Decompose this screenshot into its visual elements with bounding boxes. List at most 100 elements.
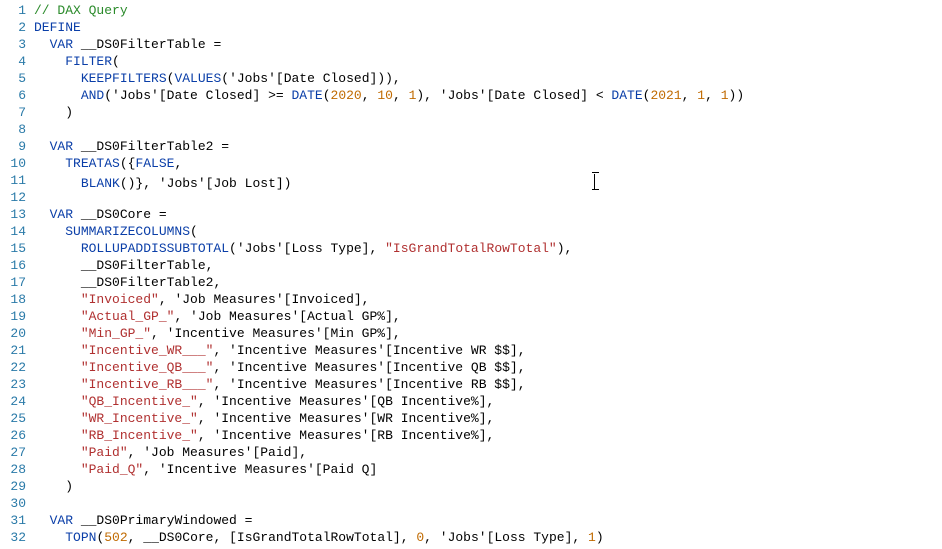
code-editor[interactable]: 1234567891011121314151617181920212223242… bbox=[0, 0, 942, 549]
token-ident: 'Incentive Measures' bbox=[229, 360, 385, 375]
token-ident: 'Jobs' bbox=[440, 88, 487, 103]
token-punct: , bbox=[682, 88, 698, 103]
token-ident: [Date Closed] bbox=[159, 88, 260, 103]
code-line[interactable]: "Min_GP_", 'Incentive Measures'[Min GP%]… bbox=[34, 325, 744, 342]
token-func: FALSE bbox=[135, 156, 174, 171]
token-punct: , bbox=[213, 275, 221, 290]
code-line[interactable]: __DS0FilterTable2, bbox=[34, 274, 744, 291]
code-line[interactable]: SUMMARIZECOLUMNS( bbox=[34, 223, 744, 240]
token-punct: ( bbox=[229, 241, 237, 256]
code-line[interactable]: __DS0FilterTable, bbox=[34, 257, 744, 274]
token-punct: ( bbox=[323, 88, 331, 103]
token-punct: )) bbox=[729, 88, 745, 103]
token-comment: // DAX Query bbox=[34, 3, 128, 18]
code-line[interactable]: VAR __DS0PrimaryWindowed = bbox=[34, 512, 744, 529]
code-line[interactable]: ) bbox=[34, 478, 744, 495]
token-punct: , bbox=[393, 88, 409, 103]
token-punct: , bbox=[299, 445, 307, 460]
token-ident: [Paid Q] bbox=[315, 462, 377, 477]
code-line[interactable]: "WR_Incentive_", 'Incentive Measures'[WR… bbox=[34, 410, 744, 427]
code-line[interactable] bbox=[34, 495, 744, 512]
text-cursor-icon bbox=[594, 174, 596, 189]
token-punct: ({ bbox=[120, 156, 136, 171]
token-ident: [Actual GP%] bbox=[299, 309, 393, 324]
code-line[interactable]: VAR __DS0FilterTable2 = bbox=[34, 138, 744, 155]
token-ident: [QB Incentive%] bbox=[369, 394, 486, 409]
token-string: "Incentive_QB___" bbox=[81, 360, 214, 375]
token-string: "Incentive_WR___" bbox=[81, 343, 214, 358]
token-punct: ( bbox=[112, 54, 120, 69]
code-line[interactable]: "QB_Incentive_", 'Incentive Measures'[QB… bbox=[34, 393, 744, 410]
token-ident: [Date Closed] bbox=[276, 71, 377, 86]
token-func: FILTER bbox=[65, 54, 112, 69]
token-punct: ( bbox=[104, 88, 112, 103]
line-number: 16 bbox=[4, 257, 26, 274]
code-line[interactable]: ) bbox=[34, 104, 744, 121]
code-line[interactable]: KEEPFILTERS(VALUES('Jobs'[Date Closed]))… bbox=[34, 70, 744, 87]
line-number: 18 bbox=[4, 291, 26, 308]
code-line[interactable]: "Incentive_QB___", 'Incentive Measures'[… bbox=[34, 359, 744, 376]
code-line[interactable]: VAR __DS0Core = bbox=[34, 206, 744, 223]
token-ident: 'Incentive Measures' bbox=[167, 326, 323, 341]
token-func: ROLLUPADDISSUBTOTAL bbox=[81, 241, 229, 256]
token-punct: , bbox=[393, 309, 401, 324]
token-ident: [Paid] bbox=[252, 445, 299, 460]
token-punct: , bbox=[213, 360, 229, 375]
code-line[interactable]: "Paid_Q", 'Incentive Measures'[Paid Q] bbox=[34, 461, 744, 478]
line-number: 8 bbox=[4, 121, 26, 138]
code-line[interactable]: "Paid", 'Job Measures'[Paid], bbox=[34, 444, 744, 461]
code-line[interactable]: "RB_Incentive_", 'Incentive Measures'[RB… bbox=[34, 427, 744, 444]
line-number: 19 bbox=[4, 308, 26, 325]
code-line[interactable]: // DAX Query bbox=[34, 2, 744, 19]
token-func: KEEPFILTERS bbox=[81, 71, 167, 86]
token-punct: ) bbox=[65, 479, 73, 494]
code-line[interactable]: TREATAS({FALSE, bbox=[34, 155, 744, 172]
line-number: 28 bbox=[4, 461, 26, 478]
token-keyword: DEFINE bbox=[34, 20, 81, 35]
token-punct: = bbox=[237, 513, 260, 528]
line-number: 32 bbox=[4, 529, 26, 546]
line-number: 2 bbox=[4, 19, 26, 36]
token-punct bbox=[73, 207, 81, 222]
code-line[interactable]: "Invoiced", 'Job Measures'[Invoiced], bbox=[34, 291, 744, 308]
token-punct: , bbox=[487, 394, 495, 409]
token-punct: = bbox=[213, 139, 236, 154]
line-number: 21 bbox=[4, 342, 26, 359]
token-number: 2020 bbox=[331, 88, 362, 103]
code-line[interactable]: "Incentive_WR___", 'Incentive Measures'[… bbox=[34, 342, 744, 359]
token-punct: , bbox=[174, 156, 182, 171]
token-number: 0 bbox=[416, 530, 424, 545]
token-punct: , bbox=[206, 258, 214, 273]
code-line[interactable]: "Actual_GP_", 'Job Measures'[Actual GP%]… bbox=[34, 308, 744, 325]
token-punct: ), bbox=[557, 241, 573, 256]
token-func: SUMMARIZECOLUMNS bbox=[65, 224, 190, 239]
line-number: 29 bbox=[4, 478, 26, 495]
code-line[interactable] bbox=[34, 121, 744, 138]
token-ident: 'Jobs' bbox=[112, 88, 159, 103]
token-punct: , bbox=[393, 326, 401, 341]
code-line[interactable]: DEFINE bbox=[34, 19, 744, 36]
token-func: DATE bbox=[291, 88, 322, 103]
token-punct: , bbox=[518, 343, 526, 358]
token-func: BLANK bbox=[81, 176, 120, 191]
token-number: 502 bbox=[104, 530, 127, 545]
code-line[interactable]: AND('Jobs'[Date Closed] >= DATE(2020, 10… bbox=[34, 87, 744, 104]
code-line[interactable]: FILTER( bbox=[34, 53, 744, 70]
code-line[interactable]: BLANK()}, 'Jobs'[Job Lost]) bbox=[34, 172, 744, 189]
token-string: "QB_Incentive_" bbox=[81, 394, 198, 409]
line-number: 14 bbox=[4, 223, 26, 240]
token-string: "RB_Incentive_" bbox=[81, 428, 198, 443]
code-area[interactable]: // DAX Query DEFINE VAR __DS0FilterTable … bbox=[30, 0, 744, 549]
token-func: TREATAS bbox=[65, 156, 120, 171]
token-punct: , bbox=[362, 292, 370, 307]
token-punct: , bbox=[518, 377, 526, 392]
code-line[interactable]: VAR __DS0FilterTable = bbox=[34, 36, 744, 53]
token-keyword: VAR bbox=[50, 37, 73, 52]
code-line[interactable]: TOPN(502, __DS0Core, [IsGrandTotalRowTot… bbox=[34, 529, 744, 546]
code-line[interactable]: ROLLUPADDISSUBTOTAL('Jobs'[Loss Type], "… bbox=[34, 240, 744, 257]
code-line[interactable] bbox=[34, 189, 744, 206]
token-var: __DS0PrimaryWindowed bbox=[81, 513, 237, 528]
token-ident: 'Incentive Measures' bbox=[213, 394, 369, 409]
token-punct: , bbox=[174, 309, 190, 324]
code-line[interactable]: "Incentive_RB___", 'Incentive Measures'[… bbox=[34, 376, 744, 393]
